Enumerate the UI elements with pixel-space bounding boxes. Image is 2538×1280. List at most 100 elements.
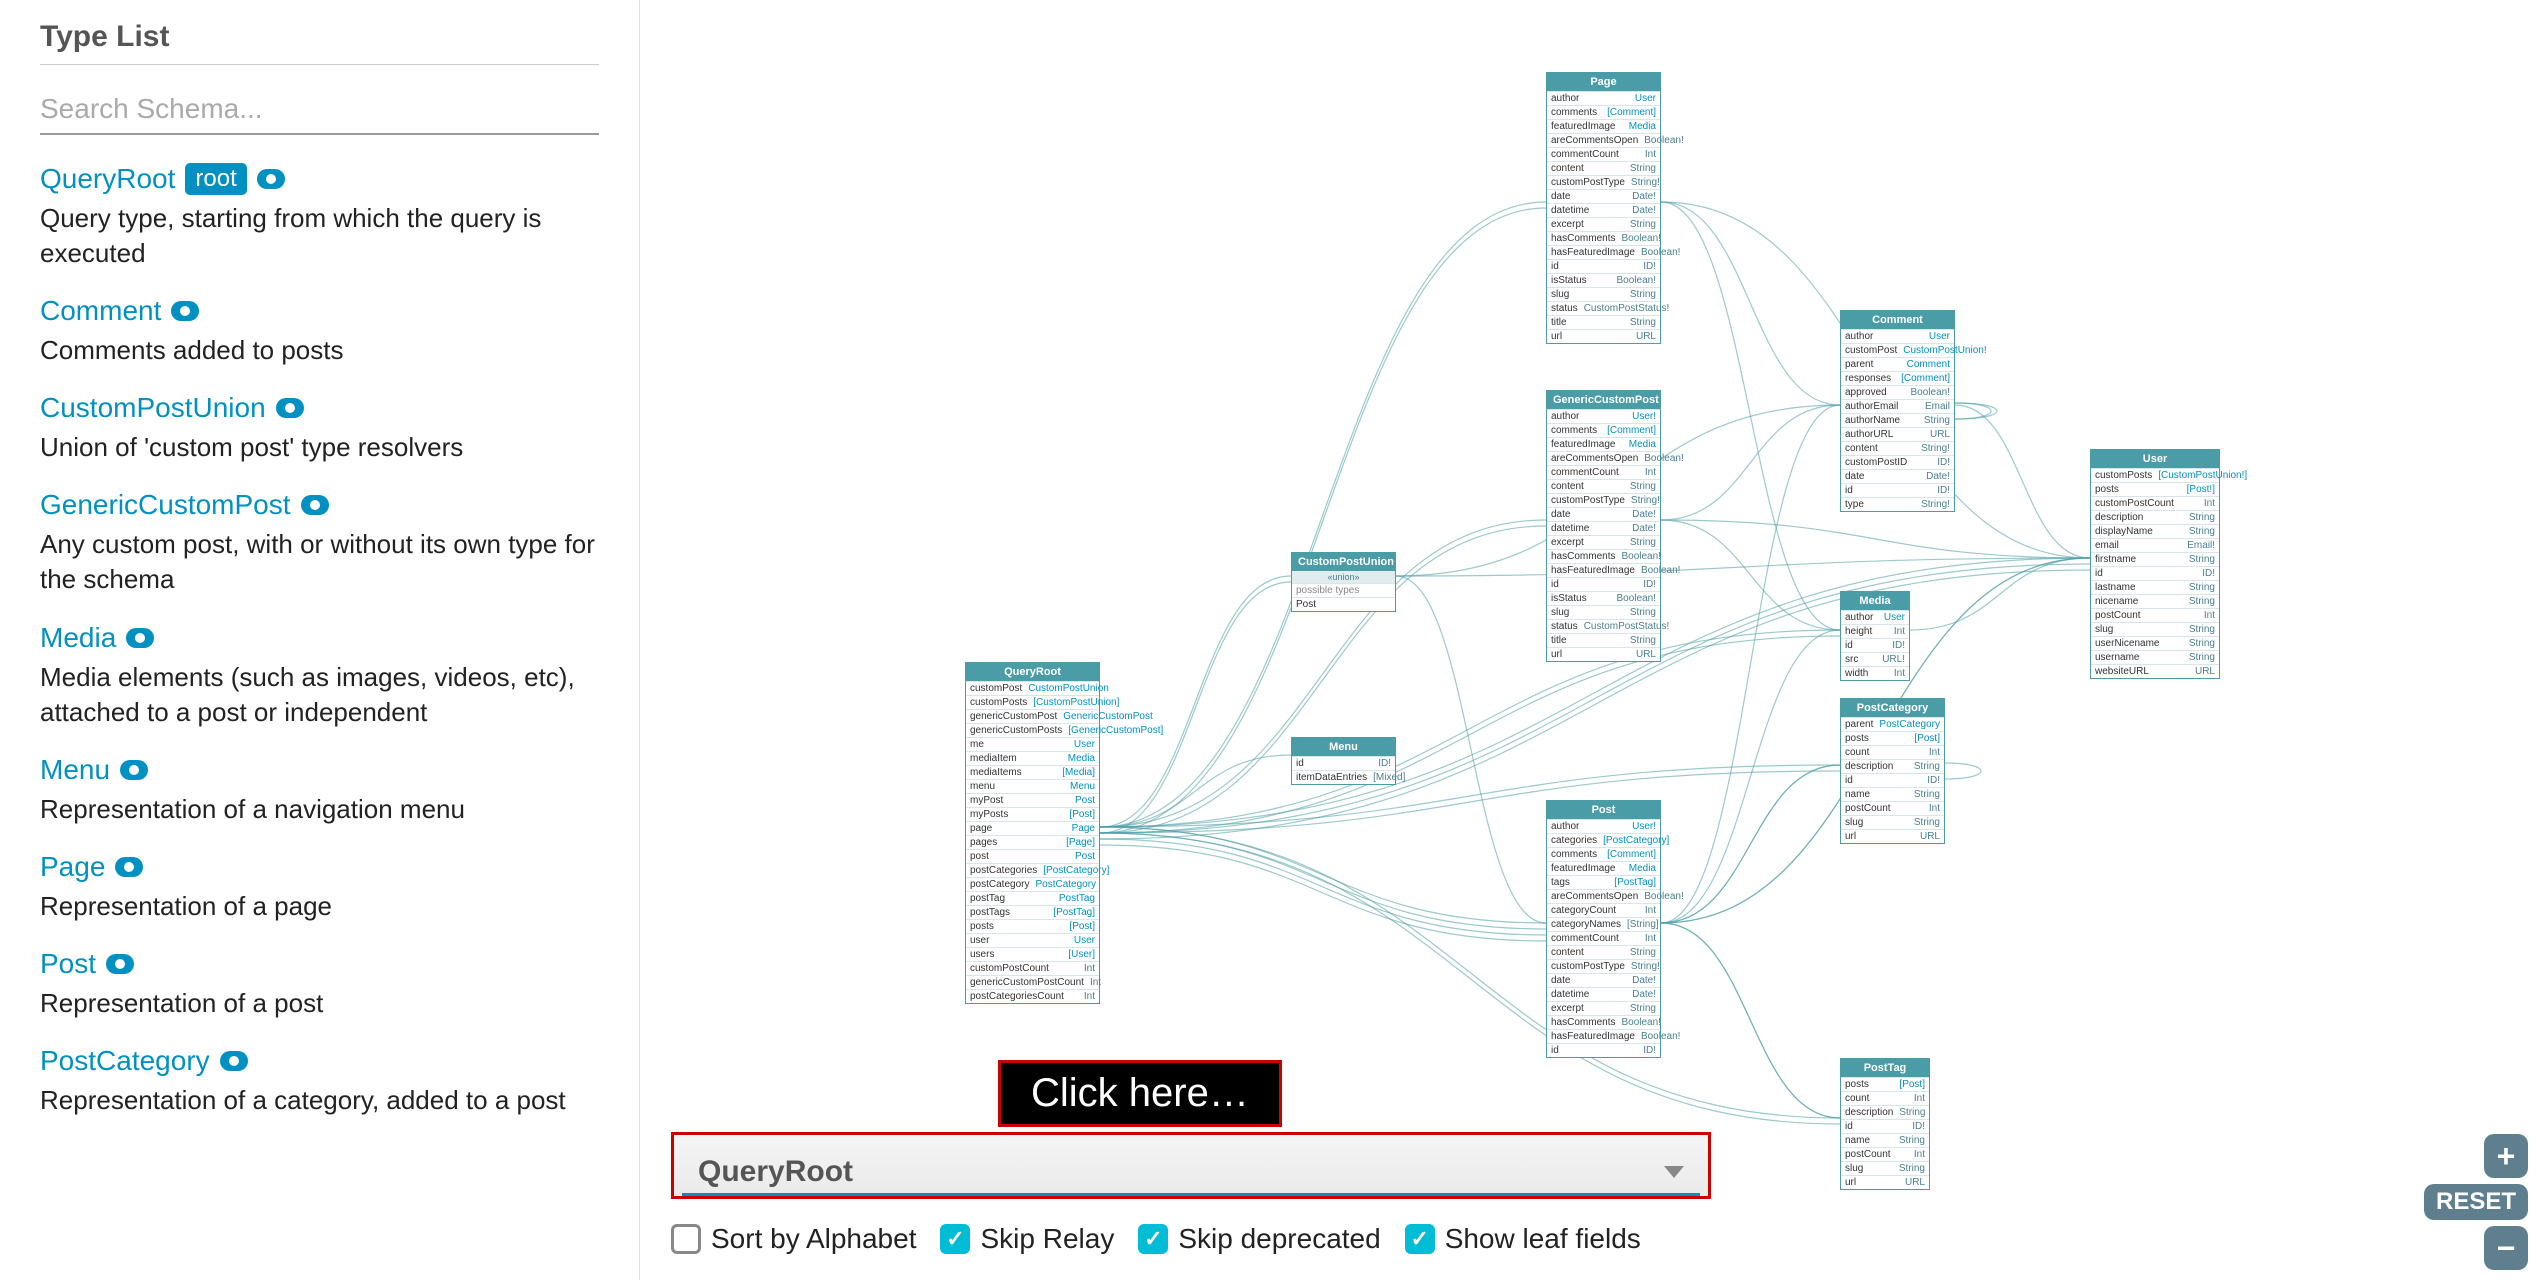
field-row[interactable]: featuredImageMedia bbox=[1547, 437, 1660, 451]
field-row[interactable]: meUser bbox=[966, 737, 1099, 751]
field-row[interactable]: customPostCustomPostUnion! bbox=[1841, 343, 1954, 357]
field-row[interactable]: contentString bbox=[1547, 945, 1660, 959]
field-row[interactable]: datetimeDate! bbox=[1547, 987, 1660, 1001]
field-row[interactable]: emailEmail! bbox=[2091, 538, 2219, 552]
field-row[interactable]: postCountInt bbox=[1841, 801, 1944, 815]
field-row[interactable]: postPost bbox=[966, 849, 1099, 863]
field-row[interactable]: postCategoryPostCategory bbox=[966, 877, 1099, 891]
field-row[interactable]: statusCustomPostStatus! bbox=[1547, 619, 1660, 633]
graph-canvas[interactable]: QueryRoot customPostCustomPostUnion custom… bbox=[640, 0, 2538, 1280]
field-row[interactable]: titleString bbox=[1547, 633, 1660, 647]
node-Page[interactable]: PageauthorUsercomments[Comment]featuredI… bbox=[1546, 72, 1661, 344]
field-row[interactable]: customPosts[CustomPostUnion!] bbox=[2091, 468, 2219, 482]
field-row[interactable]: responses[Comment] bbox=[1841, 371, 1954, 385]
field-row[interactable]: categories[PostCategory] bbox=[1547, 833, 1660, 847]
zoom-in-button[interactable]: + bbox=[2484, 1134, 2528, 1178]
node-Menu[interactable]: MenuidID!itemDataEntries[Mixed] bbox=[1291, 737, 1396, 785]
type-link[interactable]: Menu bbox=[40, 754, 110, 786]
field-row[interactable]: excerptString bbox=[1547, 535, 1660, 549]
field-row[interactable]: slugString bbox=[1841, 815, 1944, 829]
field-row[interactable]: idID! bbox=[1547, 577, 1660, 591]
field-row[interactable]: mediaItemMedia bbox=[966, 751, 1099, 765]
node-GenericCustomPost[interactable]: GenericCustomPostauthorUser!comments[Com… bbox=[1546, 390, 1661, 662]
field-row[interactable]: dateDate! bbox=[1547, 189, 1660, 203]
field-row[interactable]: users[User] bbox=[966, 947, 1099, 961]
field-row[interactable]: itemDataEntries[Mixed] bbox=[1292, 770, 1395, 784]
type-link[interactable]: PostCategory bbox=[40, 1045, 210, 1077]
option-show_leaf[interactable]: Show leaf fields bbox=[1405, 1223, 1641, 1255]
field-row[interactable]: hasFeaturedImageBoolean! bbox=[1547, 563, 1660, 577]
field-row[interactable]: descriptionString bbox=[2091, 510, 2219, 524]
field-row[interactable]: posts[Post!] bbox=[2091, 482, 2219, 496]
type-link[interactable]: Post bbox=[40, 948, 96, 980]
field-row[interactable]: slugString bbox=[1841, 1161, 1929, 1175]
node-QueryRoot[interactable]: QueryRootcustomPostCustomPostUnioncustom… bbox=[965, 662, 1100, 1004]
field-row[interactable]: customPostTypeString! bbox=[1547, 175, 1660, 189]
field-row[interactable]: urlURL bbox=[1547, 647, 1660, 661]
field-row[interactable]: idID! bbox=[1292, 756, 1395, 770]
field-row[interactable]: isStatusBoolean! bbox=[1547, 273, 1660, 287]
eye-icon[interactable] bbox=[220, 1051, 248, 1071]
field-row[interactable]: posts[Post] bbox=[1841, 1077, 1929, 1091]
field-row[interactable]: parentComment bbox=[1841, 357, 1954, 371]
field-row[interactable]: idID! bbox=[1841, 1119, 1929, 1133]
field-row[interactable]: nicenameString bbox=[2091, 594, 2219, 608]
type-link[interactable]: Media bbox=[40, 622, 116, 654]
field-row[interactable]: Post bbox=[1292, 597, 1395, 611]
field-row[interactable]: categoryNames[String] bbox=[1547, 917, 1660, 931]
eye-icon[interactable] bbox=[171, 301, 199, 321]
type-link[interactable]: QueryRoot bbox=[40, 163, 175, 195]
field-row[interactable]: userNicenameString bbox=[2091, 636, 2219, 650]
field-row[interactable]: featuredImageMedia bbox=[1547, 119, 1660, 133]
field-row[interactable]: slugString bbox=[1547, 605, 1660, 619]
option-skip_deprecated[interactable]: Skip deprecated bbox=[1138, 1223, 1380, 1255]
eye-icon[interactable] bbox=[301, 495, 329, 515]
type-link[interactable]: CustomPostUnion bbox=[40, 392, 266, 424]
field-row[interactable]: nameString bbox=[1841, 1133, 1929, 1147]
field-row[interactable]: authorUser! bbox=[1547, 409, 1660, 423]
field-row[interactable]: customPostCustomPostUnion bbox=[966, 681, 1099, 695]
type-link[interactable]: GenericCustomPost bbox=[40, 489, 291, 521]
field-row[interactable]: dateDate! bbox=[1547, 507, 1660, 521]
node-PostTag[interactable]: PostTagposts[Post]countIntdescriptionStr… bbox=[1840, 1058, 1930, 1190]
eye-icon[interactable] bbox=[106, 954, 134, 974]
field-row[interactable]: idID! bbox=[2091, 566, 2219, 580]
type-selector-dropdown[interactable]: QueryRoot bbox=[682, 1147, 1700, 1196]
field-row[interactable]: comments[Comment] bbox=[1547, 847, 1660, 861]
eye-icon[interactable] bbox=[115, 857, 143, 877]
field-row[interactable]: slugString bbox=[2091, 622, 2219, 636]
field-row[interactable]: mediaItems[Media] bbox=[966, 765, 1099, 779]
field-row[interactable]: customPostCountInt bbox=[2091, 496, 2219, 510]
field-row[interactable]: customPostIDID! bbox=[1841, 455, 1954, 469]
field-row[interactable]: authorUser! bbox=[1547, 819, 1660, 833]
field-row[interactable]: pagePage bbox=[966, 821, 1099, 835]
field-row[interactable]: hasCommentsBoolean! bbox=[1547, 231, 1660, 245]
field-row[interactable]: statusCustomPostStatus! bbox=[1547, 301, 1660, 315]
field-row[interactable]: descriptionString bbox=[1841, 1105, 1929, 1119]
zoom-out-button[interactable]: − bbox=[2484, 1226, 2528, 1270]
field-row[interactable]: tags[PostTag] bbox=[1547, 875, 1660, 889]
field-row[interactable]: idID! bbox=[1841, 638, 1909, 652]
search-input[interactable] bbox=[40, 85, 599, 135]
field-row[interactable]: myPostPost bbox=[966, 793, 1099, 807]
field-row[interactable]: categoryCountInt bbox=[1547, 903, 1660, 917]
field-row[interactable]: posts[Post] bbox=[1841, 731, 1944, 745]
field-row[interactable]: areCommentsOpenBoolean! bbox=[1547, 889, 1660, 903]
node-Media[interactable]: MediaauthorUserheightIntidID!srcURL!widt… bbox=[1840, 591, 1910, 681]
field-row[interactable]: myPosts[Post] bbox=[966, 807, 1099, 821]
field-row[interactable]: nameString bbox=[1841, 787, 1944, 801]
field-row[interactable]: userUser bbox=[966, 933, 1099, 947]
field-row[interactable]: commentCountInt bbox=[1547, 147, 1660, 161]
field-row[interactable]: authorNameString bbox=[1841, 413, 1954, 427]
eye-icon[interactable] bbox=[257, 169, 285, 189]
field-row[interactable]: slugString bbox=[1547, 287, 1660, 301]
field-row[interactable]: hasCommentsBoolean! bbox=[1547, 1015, 1660, 1029]
field-row[interactable]: areCommentsOpenBoolean! bbox=[1547, 451, 1660, 465]
node-User[interactable]: UsercustomPosts[CustomPostUnion!]posts[P… bbox=[2090, 449, 2220, 679]
field-row[interactable]: urlURL bbox=[1841, 829, 1944, 843]
field-row[interactable]: authorUser bbox=[1547, 91, 1660, 105]
field-row[interactable]: parentPostCategory bbox=[1841, 717, 1944, 731]
field-row[interactable]: lastnameString bbox=[2091, 580, 2219, 594]
field-row[interactable]: contentString bbox=[1547, 479, 1660, 493]
node-PostCategory[interactable]: PostCategoryparentPostCategoryposts[Post… bbox=[1840, 698, 1945, 844]
